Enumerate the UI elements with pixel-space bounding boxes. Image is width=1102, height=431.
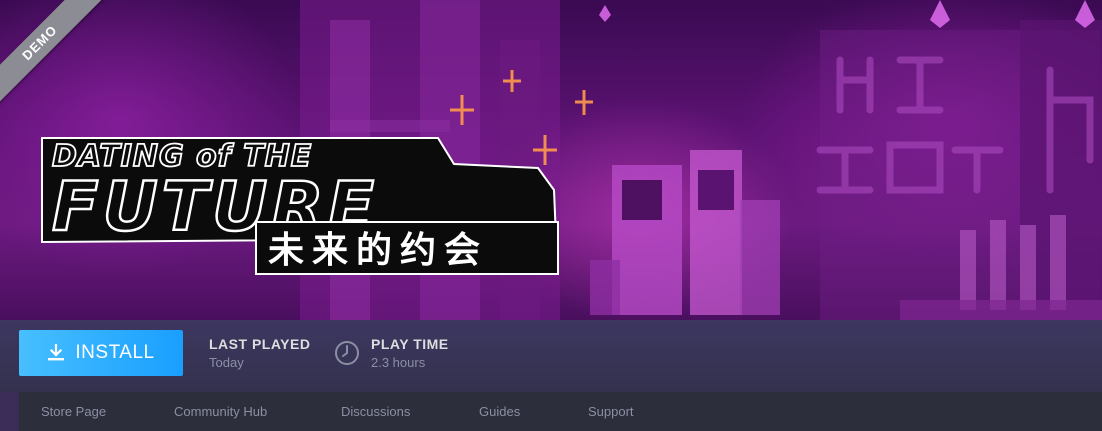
subnav-support[interactable]: Support <box>588 404 634 419</box>
download-icon <box>48 344 65 361</box>
install-label: INSTALL <box>75 342 155 363</box>
play-time-value: 2.3 hours <box>371 355 426 370</box>
subnav-guides[interactable]: Guides <box>479 404 520 419</box>
play-time-label: PLAY TIME <box>371 336 449 352</box>
last-played-stat: LAST PLAYED Today <box>209 336 310 370</box>
subnav-store-page[interactable]: Store Page <box>41 404 106 419</box>
logo-subtitle-glyphs: 未来的约会 <box>268 230 488 271</box>
play-time-stat: PLAY TIME 2.3 hours <box>371 336 449 370</box>
game-subnav: Store Page Community Hub Discussions Gui… <box>19 392 1102 431</box>
last-played-value: Today <box>209 355 244 370</box>
install-button[interactable]: INSTALL <box>19 330 183 376</box>
game-logo: DATING of THE FUTURE 未来的约会 <box>41 137 559 275</box>
game-hero-banner: DEMO DATING of THE FUTURE 未来的约会 <box>0 0 1102 320</box>
subnav-discussions[interactable]: Discussions <box>341 404 410 419</box>
subnav-community-hub[interactable]: Community Hub <box>174 404 267 419</box>
clock-icon <box>335 341 359 365</box>
last-played-label: LAST PLAYED <box>209 336 311 352</box>
